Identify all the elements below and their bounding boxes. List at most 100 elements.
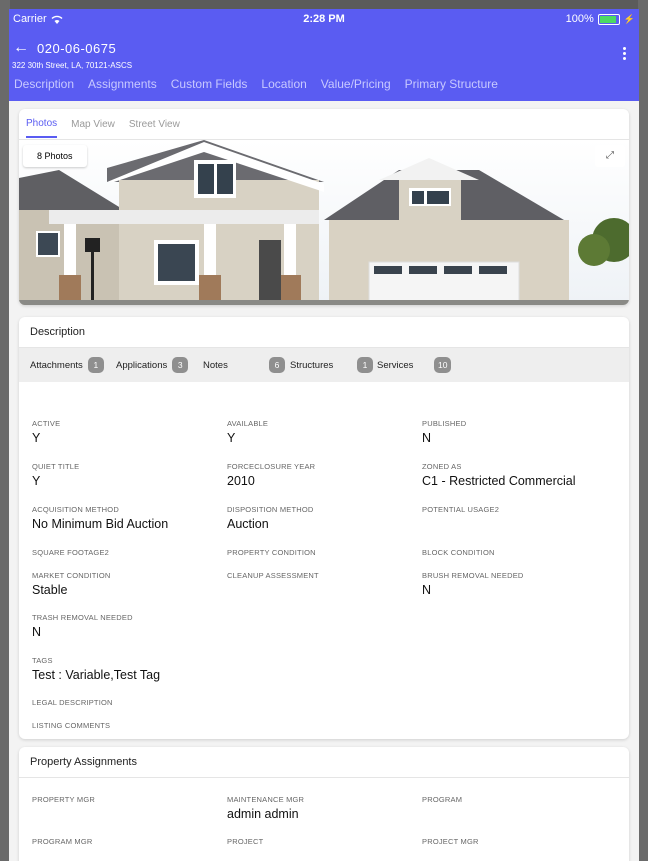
field-value: N	[422, 431, 432, 445]
parcel-id: 020-06-0675	[37, 40, 117, 56]
field-label: ZONED AS	[422, 462, 462, 471]
field-market-condition: MARKET CONDITION Stable	[32, 571, 110, 597]
structures-count-badge: 1	[357, 357, 373, 373]
related-counts-row: Attachments 1 Applications 3 Notes 6 Str…	[19, 348, 629, 382]
field-cleanup-assessment: CLEANUP ASSESSMENT	[227, 571, 319, 580]
field-label: ACQUISITION METHOD	[32, 505, 119, 514]
field-brush-removal: BRUSH REMOVAL NEEDED N	[422, 571, 524, 597]
tab-photos[interactable]: Photos	[26, 110, 58, 138]
photo-tabs: Photos Map View Street View	[19, 109, 629, 140]
notes-link[interactable]: Notes 6	[203, 357, 290, 373]
structures-link[interactable]: Structures 1	[290, 357, 377, 373]
field-label: PUBLISHED	[422, 419, 467, 428]
field-label: TRASH REMOVAL NEEDED	[32, 613, 133, 622]
battery-percent: 100%	[565, 13, 594, 25]
structures-label: Structures	[290, 359, 334, 371]
field-label: LISTING COMMENTS	[32, 721, 111, 730]
tab-description[interactable]: Description	[14, 77, 74, 91]
field-foreclosure-year: FORCECLOSURE YEAR 2010	[227, 462, 315, 488]
applications-link[interactable]: Applications 3	[116, 357, 203, 373]
field-tags: TAGS Test : Variable,Test Tag	[32, 656, 160, 682]
status-bar: Carrier 2:28 PM 100% ⚡	[9, 9, 639, 29]
field-label: AVAILABLE	[227, 419, 269, 428]
field-label: PROGRAM	[422, 795, 463, 804]
field-available: AVAILABLE Y	[227, 419, 268, 445]
field-block-condition: BLOCK CONDITION	[422, 548, 495, 557]
field-label: BRUSH REMOVAL NEEDED	[422, 571, 524, 580]
field-listing-comments: LISTING COMMENTS	[32, 721, 110, 730]
tab-custom-fields[interactable]: Custom Fields	[171, 77, 248, 91]
applications-label: Applications	[116, 359, 168, 371]
field-value: N	[32, 625, 42, 639]
field-legal-description: LEGAL DESCRIPTION	[32, 698, 113, 707]
tab-location[interactable]: Location	[261, 77, 306, 91]
services-link[interactable]: Services 10	[377, 357, 452, 373]
field-label: MAINTENANCE MGR	[227, 795, 305, 804]
field-project-mgr: PROJECT MGR	[422, 837, 479, 846]
property-assignments-card: Property Assignments PROPERTY MGR MAINTE…	[19, 747, 629, 861]
field-label: DISPOSITION METHOD	[227, 505, 314, 514]
status-right: 100% ⚡	[566, 13, 635, 25]
field-zoned-as: ZONED AS C1 - Restricted Commercial	[422, 462, 576, 488]
status-time: 2:28 PM	[303, 13, 345, 25]
field-program-mgr: PROGRAM MGR	[32, 837, 93, 846]
description-card: Description Attachments 1 Applications 3…	[19, 317, 629, 739]
field-value: Y	[227, 431, 236, 445]
charging-icon: ⚡	[623, 13, 635, 24]
house-illustration	[19, 140, 629, 305]
battery-icon	[597, 13, 620, 25]
tab-value-pricing[interactable]: Value/Pricing	[321, 77, 391, 91]
field-label: TAGS	[32, 656, 53, 665]
section-tabs: Description Assignments Custom Fields Lo…	[14, 77, 498, 91]
services-count-badge: 10	[434, 357, 452, 373]
property-photo[interactable]: 8 Photos ⤢	[19, 140, 629, 305]
field-value: N	[422, 583, 432, 597]
description-title: Description	[19, 317, 629, 348]
notes-count-badge: 6	[269, 357, 285, 373]
back-arrow-icon[interactable]: ←	[13, 39, 29, 57]
field-value: admin admin	[227, 807, 299, 821]
field-value: Auction	[227, 517, 269, 531]
field-label: ACTIVE	[32, 419, 61, 428]
app-header: Carrier 2:28 PM 100% ⚡ ← 020-06-0675 322…	[9, 9, 639, 101]
field-label: PROPERTY MGR	[32, 795, 95, 804]
attachments-count-badge: 1	[87, 357, 104, 373]
field-quiet-title: QUIET TITLE Y	[32, 462, 79, 488]
field-label: QUIET TITLE	[32, 462, 80, 471]
field-acquisition-method: ACQUISITION METHOD No Minimum Bid Auctio…	[32, 505, 168, 531]
field-property-mgr: PROPERTY MGR	[32, 795, 95, 804]
field-label: FORCECLOSURE YEAR	[227, 462, 316, 471]
photos-count-button[interactable]: 8 Photos	[23, 145, 87, 167]
more-options-icon[interactable]	[623, 47, 627, 62]
tab-map-view[interactable]: Map View	[71, 119, 115, 130]
nav-row: ← 020-06-0675	[13, 39, 116, 57]
attachments-link[interactable]: Attachments 1	[30, 357, 116, 373]
photo-card: Photos Map View Street View 8 Photos ⤢	[19, 109, 629, 305]
field-value: 2010	[227, 474, 255, 488]
field-label: LEGAL DESCRIPTION	[32, 698, 113, 707]
field-value: Y	[32, 431, 41, 445]
field-value: Stable	[32, 583, 68, 597]
field-label: PROJECT MGR	[422, 837, 479, 846]
field-potential-usage: POTENTIAL USAGE2	[422, 505, 499, 517]
assignments-title: Property Assignments	[19, 747, 629, 778]
field-value: No Minimum Bid Auction	[32, 517, 169, 531]
field-maintenance-mgr: MAINTENANCE MGR admin admin	[227, 795, 304, 821]
expand-icon[interactable]: ⤢	[595, 145, 625, 167]
field-published: PUBLISHED N	[422, 419, 466, 445]
property-address: 322 30th Street, LA, 70121-ASCS	[12, 61, 133, 70]
field-project: PROJECT	[227, 837, 263, 846]
tab-assignments[interactable]: Assignments	[88, 77, 157, 91]
field-label: SQUARE FOOTAGE2	[32, 548, 110, 557]
app-window: Carrier 2:28 PM 100% ⚡ ← 020-06-0675 322…	[9, 9, 639, 861]
field-disposition-method: DISPOSITION METHOD Auction	[227, 505, 314, 531]
field-active: ACTIVE Y	[32, 419, 60, 445]
field-value: Y	[32, 474, 41, 488]
field-label: MARKET CONDITION	[32, 571, 111, 580]
field-value: Test : Variable,Test Tag	[32, 668, 161, 682]
tab-primary-structure[interactable]: Primary Structure	[405, 77, 498, 91]
notes-label: Notes	[203, 359, 228, 371]
field-label: PROPERTY CONDITION	[227, 548, 316, 557]
applications-count-badge: 3	[172, 357, 189, 373]
tab-street-view[interactable]: Street View	[129, 119, 180, 130]
